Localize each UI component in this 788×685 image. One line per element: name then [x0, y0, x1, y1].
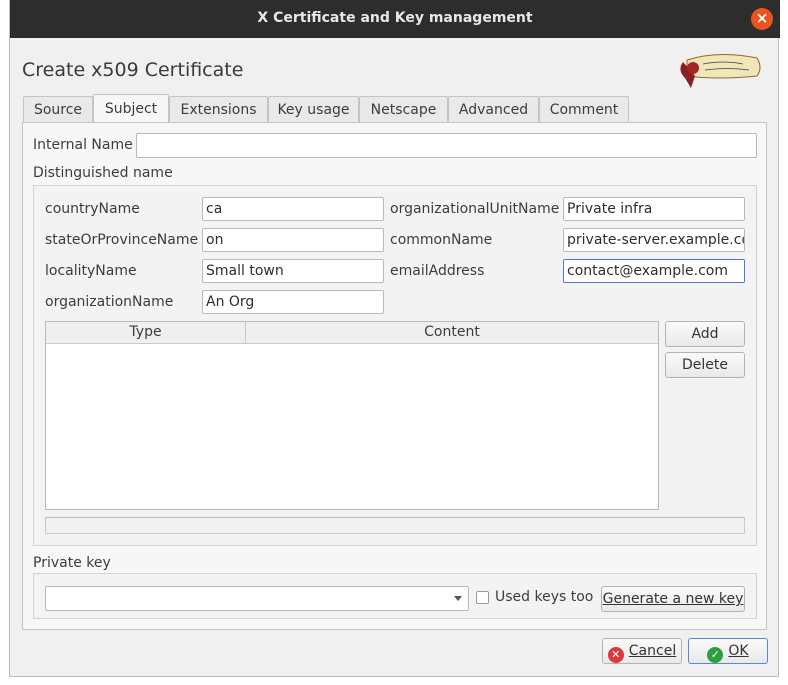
locality-name-input[interactable]: Small town	[202, 259, 384, 283]
tab-source[interactable]: Source	[23, 96, 93, 122]
app-logo	[680, 53, 761, 88]
cancel-button[interactable]: ✕ Cancel	[602, 638, 682, 664]
delete-button[interactable]: Delete	[665, 352, 745, 378]
check-icon: ✓	[707, 647, 724, 663]
locality-name-label: localityName	[45, 263, 137, 279]
column-content[interactable]: Content	[246, 322, 658, 343]
chevron-down-icon	[454, 596, 462, 601]
generate-key-label: Generate a new key	[602, 591, 744, 607]
generate-key-button[interactable]: Generate a new key	[601, 586, 745, 612]
state-province-input[interactable]: on	[202, 228, 384, 252]
window-title: X Certificate and Key management	[257, 10, 533, 26]
dn-entries-table[interactable]: Type Content	[45, 321, 659, 510]
private-key-select[interactable]	[45, 586, 469, 611]
distinguished-name-group: countryName ca stateOrProvinceName on lo…	[33, 185, 757, 546]
common-name-label: commonName	[390, 232, 493, 248]
cancel-icon: ✕	[607, 647, 624, 663]
organization-name-label: organizationName	[45, 294, 174, 310]
ok-label: OK	[728, 643, 749, 659]
tab-subject[interactable]: Subject	[93, 94, 169, 122]
common-name-input[interactable]: private-server.example.com	[563, 228, 745, 252]
close-icon[interactable]: ×	[751, 8, 773, 30]
subject-panel: Internal Name Distinguished name country…	[22, 122, 767, 630]
horizontal-scrollbar[interactable]	[45, 517, 745, 534]
table-header: Type Content	[46, 322, 658, 344]
cancel-label: Cancel	[628, 643, 677, 659]
add-button[interactable]: Add	[665, 321, 745, 347]
org-unit-name-label: organizationalUnitName	[390, 201, 560, 217]
email-address-input[interactable]: contact@example.com	[563, 259, 745, 283]
internal-name-label: Internal Name	[33, 137, 133, 153]
ok-button[interactable]: ✓ OK	[688, 638, 768, 664]
column-type[interactable]: Type	[46, 322, 246, 343]
email-address-label: emailAddress	[390, 263, 485, 279]
org-unit-name-input[interactable]: Private infra	[563, 197, 745, 221]
distinguished-name-label: Distinguished name	[33, 165, 173, 181]
dialog-window: X Certificate and Key management × Creat…	[9, 0, 780, 677]
country-name-label: countryName	[45, 201, 140, 217]
state-province-label: stateOrProvinceName	[45, 232, 199, 248]
private-key-label: Private key	[33, 555, 111, 571]
organization-name-input[interactable]: An Org	[202, 290, 384, 314]
used-keys-checkbox[interactable]	[476, 591, 489, 604]
tab-advanced[interactable]: Advanced	[448, 96, 539, 122]
title-bar: X Certificate and Key management ×	[10, 0, 780, 38]
tab-key-usage[interactable]: Key usage	[268, 96, 359, 122]
tab-extensions[interactable]: Extensions	[169, 96, 268, 122]
tab-netscape[interactable]: Netscape	[359, 96, 448, 122]
internal-name-input[interactable]	[136, 133, 757, 158]
tab-comment[interactable]: Comment	[539, 96, 629, 122]
used-keys-label[interactable]: Used keys too	[495, 589, 593, 605]
private-key-group: Used keys too Generate a new key	[33, 573, 757, 619]
dialog-heading: Create x509 Certificate	[22, 59, 244, 81]
country-name-input[interactable]: ca	[202, 197, 384, 221]
